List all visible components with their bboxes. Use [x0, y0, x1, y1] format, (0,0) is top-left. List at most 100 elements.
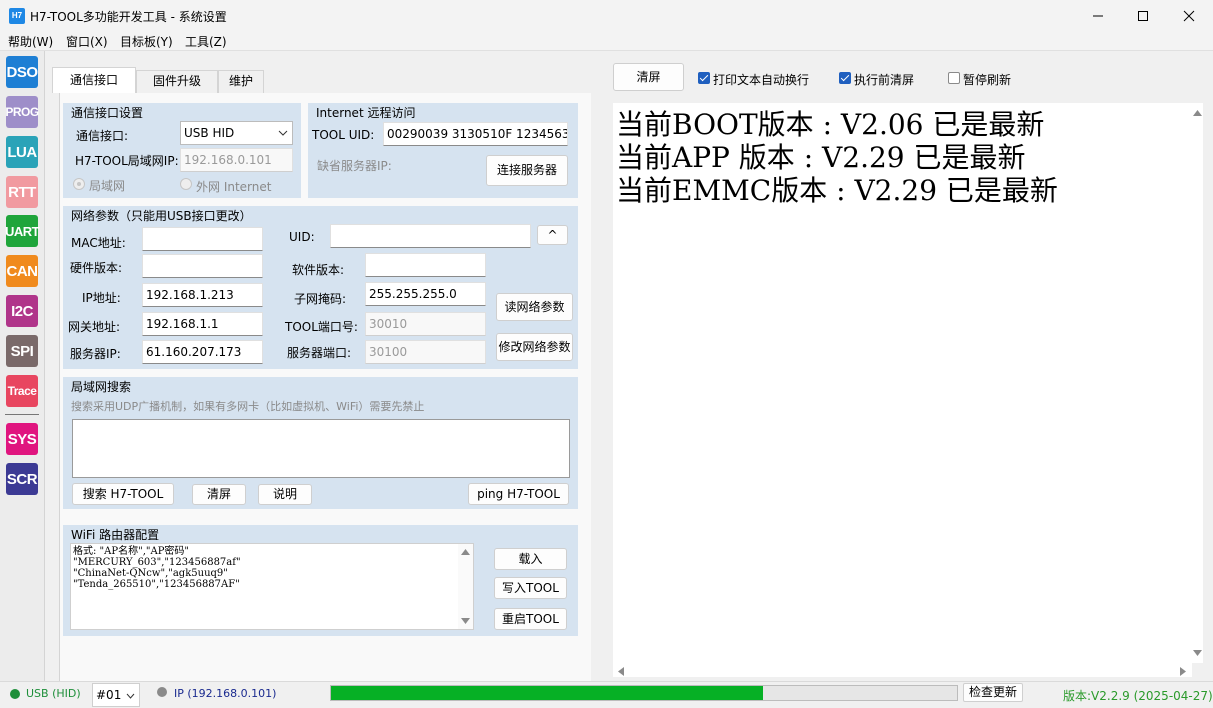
radio-lan[interactable]	[73, 178, 85, 190]
restart-tool-button[interactable]: 重启TOOL	[494, 608, 567, 630]
radio-lan-label: 局域网	[89, 179, 126, 193]
menu-window[interactable]: 窗口(X)	[66, 33, 108, 50]
read-network-params-button[interactable]: 读网络参数	[496, 293, 573, 321]
server-ip-field[interactable]: 61.160.207.173	[142, 340, 263, 364]
wifi-line: "MERCURY_603","123456887af"	[73, 557, 241, 568]
clear-before-exec-checkbox[interactable]	[839, 72, 851, 84]
lan-ip-label: H7-TOOL局域网IP:	[75, 154, 179, 168]
sw-version-label: 软件版本:	[292, 263, 345, 277]
tool-port-label: TOOL端口号:	[285, 320, 358, 334]
chevron-down-icon	[126, 693, 135, 699]
connect-server-button[interactable]: 连接服务器	[486, 155, 568, 186]
progress-fill	[331, 686, 763, 700]
interface-select[interactable]: USB HID	[180, 121, 293, 145]
menu-bar: 帮助(W) 窗口(X) 目标板(Y) 工具(Z)	[0, 31, 1213, 51]
mac-field[interactable]	[142, 227, 263, 251]
minimize-button[interactable]	[1075, 0, 1121, 31]
tool-port-field[interactable]: 30010	[365, 312, 486, 336]
console-horizontal-scrollbar[interactable]	[613, 663, 1192, 677]
sidebar-trace-button[interactable]: Trace	[6, 375, 38, 407]
wifi-write-tool-button[interactable]: 写入TOOL	[494, 577, 567, 599]
sw-version-field[interactable]	[365, 253, 486, 277]
subnet-mask-label: 子网掩码:	[294, 292, 347, 306]
sidebar-dso-button[interactable]: DSO	[6, 56, 38, 88]
lan-clear-button[interactable]: 清屏	[192, 484, 246, 505]
tab-comm-interface[interactable]: 通信接口	[52, 67, 136, 93]
close-icon	[1183, 10, 1195, 21]
tool-uid-field[interactable]: 00290039 3130510F 12345638	[383, 122, 568, 146]
radio-internet-label: 外网 Internet	[196, 180, 272, 194]
scroll-left-icon	[618, 667, 624, 676]
sidebar-uart-button[interactable]: UART	[5, 215, 40, 247]
scroll-down-icon	[1193, 650, 1202, 656]
group-title: 通信接口设置	[71, 106, 144, 120]
search-h7-tool-button[interactable]: 搜索 H7-TOOL	[72, 483, 174, 505]
scroll-up-icon	[461, 549, 470, 555]
sidebar-rtt-button[interactable]: RTT	[6, 176, 38, 208]
console-line: 当前EMMC版本 : V2.29 已是最新	[616, 174, 1058, 207]
menu-tools[interactable]: 工具(Z)	[185, 33, 227, 50]
uid-label: UID:	[289, 230, 315, 244]
menu-target-board[interactable]: 目标板(Y)	[120, 33, 173, 50]
lan-search-results[interactable]	[72, 419, 570, 478]
app-icon: H7	[9, 8, 25, 24]
wifi-config-textarea[interactable]: 格式: "AP名称","AP密码" "MERCURY_603","1234568…	[70, 543, 474, 630]
sidebar-i2c-button[interactable]: I2C	[6, 295, 38, 327]
menu-help[interactable]: 帮助(W)	[8, 33, 53, 50]
uid-field[interactable]	[330, 224, 531, 248]
ip-status-text: IP (192.168.0.101)	[174, 687, 277, 700]
progress-bar	[330, 685, 958, 701]
sidebar-scr-button[interactable]: SCR	[6, 463, 38, 495]
ip-field[interactable]: 192.168.1.213	[142, 283, 263, 307]
console-vertical-scrollbar[interactable]	[1192, 103, 1203, 663]
clear-before-exec-label: 执行前清屏	[854, 73, 915, 87]
radio-internet[interactable]	[180, 178, 192, 190]
group-title: Internet 远程访问	[316, 106, 416, 120]
version-text: 版本:V2.2.9 (2025-04-27)	[1063, 689, 1213, 703]
hw-version-field[interactable]	[142, 254, 263, 278]
usb-status-indicator	[10, 689, 20, 699]
scroll-down-icon	[461, 618, 470, 624]
wifi-line: 格式: "AP名称","AP密码"	[73, 546, 190, 557]
pause-refresh-checkbox[interactable]	[948, 72, 960, 84]
device-index-value: #01	[96, 688, 122, 702]
sidebar-divider	[5, 414, 39, 415]
sidebar-prog-button[interactable]: PROG	[5, 96, 39, 128]
title-bar: H7 H7-TOOL多功能开发工具 - 系统设置	[0, 0, 1213, 31]
close-button[interactable]	[1166, 0, 1212, 31]
auto-wrap-checkbox[interactable]	[698, 72, 710, 84]
lan-help-button[interactable]: 说明	[258, 484, 312, 505]
tab-firmware-upgrade[interactable]: 固件升级	[136, 70, 218, 93]
window-title: H7-TOOL多功能开发工具 - 系统设置	[30, 10, 227, 24]
server-ip-label: 服务器IP:	[70, 347, 121, 361]
ping-h7-tool-button[interactable]: ping H7-TOOL	[468, 483, 569, 505]
check-update-button[interactable]: 检查更新	[963, 683, 1023, 702]
scroll-up-icon	[1193, 110, 1202, 116]
default-server-label: 缺省服务器IP:	[317, 159, 392, 173]
server-port-field[interactable]: 30100	[365, 340, 486, 364]
gateway-field[interactable]: 192.168.1.1	[142, 312, 263, 336]
sidebar-spi-button[interactable]: SPI	[6, 335, 38, 367]
console-output[interactable]: 当前BOOT版本 : V2.06 已是最新 当前APP 版本 : V2.29 已…	[613, 103, 1192, 663]
wifi-load-button[interactable]: 载入	[494, 548, 567, 570]
wifi-line: "Tenda_265510","123456887AF"	[73, 579, 240, 590]
group-title: 局域网搜索	[71, 380, 132, 394]
group-title: WiFi 路由器配置	[71, 528, 160, 542]
subnet-mask-field[interactable]: 255.255.255.0	[365, 282, 486, 306]
sidebar-lua-button[interactable]: LUA	[6, 136, 38, 168]
console-clear-button[interactable]: 清屏	[613, 63, 684, 91]
sidebar-sys-button[interactable]: SYS	[6, 423, 38, 455]
ip-label: IP地址:	[82, 291, 121, 305]
sidebar-can-button[interactable]: CAN	[6, 255, 38, 287]
interface-label: 通信接口:	[76, 129, 129, 143]
modify-network-params-button[interactable]: 修改网络参数	[496, 333, 573, 361]
expand-uid-button[interactable]: ^	[537, 225, 568, 245]
maximize-button[interactable]	[1120, 0, 1166, 31]
wifi-scrollbar[interactable]	[458, 544, 473, 629]
lan-ip-field[interactable]: 192.168.0.101	[180, 148, 293, 172]
usb-status-text: USB (HID)	[26, 687, 81, 700]
device-index-select[interactable]: #01	[92, 683, 140, 707]
tab-maintenance[interactable]: 维护	[218, 70, 264, 93]
interface-select-value: USB HID	[184, 126, 235, 140]
server-port-label: 服务器端口:	[287, 346, 352, 360]
